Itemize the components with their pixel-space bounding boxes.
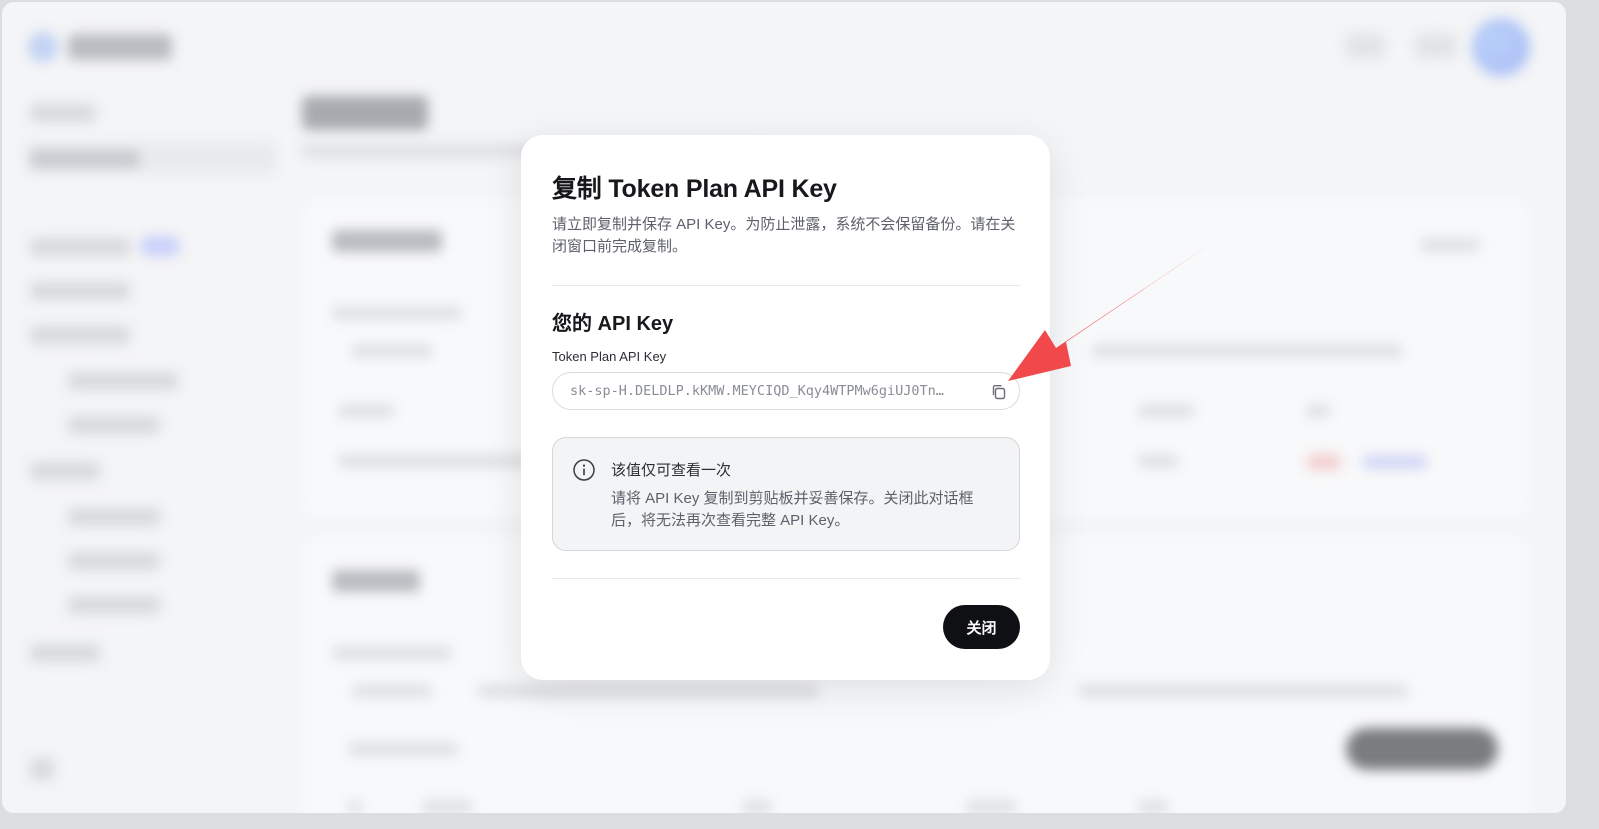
info-heading: 该值仅可查看一次 <box>611 462 732 479</box>
info-notice: 该值仅可查看一次 请将 API Key 复制到剪贴板并妥善保存。关闭此对话框后，… <box>552 437 1020 551</box>
api-key-value[interactable]: sk-sp-H.DELDLP.kKMW.MEYCIQD_Kqy4WTPMw6gi… <box>570 383 962 399</box>
info-icon <box>572 458 596 482</box>
close-button[interactable]: 关闭 <box>943 605 1020 649</box>
dialog-description: 请立即复制并保存 API Key。为防止泄露，系统不会保留备份。请在关闭窗口前完… <box>552 216 1016 255</box>
divider <box>552 285 1020 286</box>
dialog-title: 复制 Token Plan API Key <box>552 175 837 203</box>
copy-icon[interactable] <box>989 382 1009 402</box>
info-text: 请将 API Key 复制到剪贴板并妥善保存。关闭此对话框后，将无法再次查看完整… <box>611 490 974 529</box>
copy-api-key-dialog: 复制 Token Plan API Key 请立即复制并保存 API Key。为… <box>521 135 1050 680</box>
divider <box>552 578 1020 579</box>
app-window: 复制 Token Plan API Key 请立即复制并保存 API Key。为… <box>2 2 1566 813</box>
section-title: 您的 API Key <box>552 313 674 335</box>
api-key-field-label: Token Plan API Key <box>552 349 667 364</box>
api-key-field[interactable]: sk-sp-H.DELDLP.kKMW.MEYCIQD_Kqy4WTPMw6gi… <box>552 372 1020 410</box>
